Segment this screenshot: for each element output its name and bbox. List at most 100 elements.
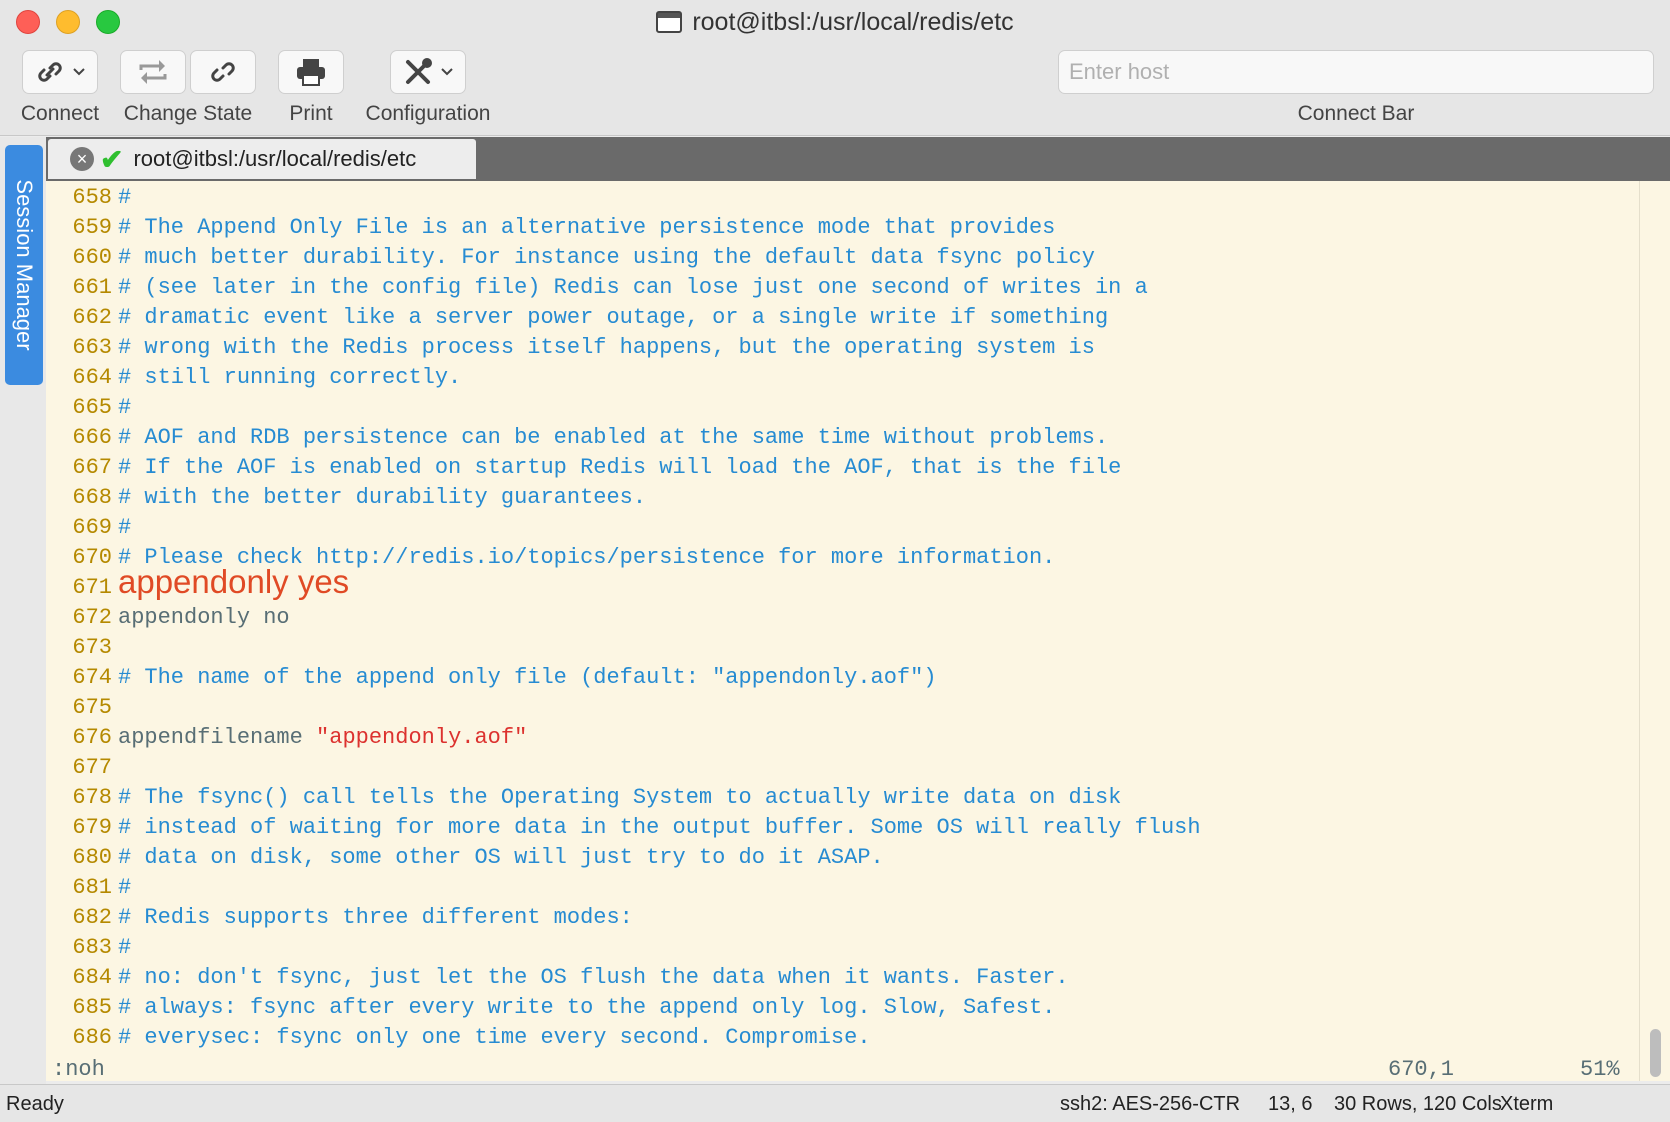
line-text: # instead of waiting for more data in th… — [118, 815, 1201, 840]
comment-text: # wrong with the Redis process itself ha… — [118, 333, 1095, 363]
refresh-icon — [139, 60, 167, 84]
scrollbar[interactable] — [1639, 181, 1670, 1081]
comment-text: # — [118, 873, 131, 903]
annotation-text: appendonly yes — [118, 565, 349, 598]
comment-text: # everysec: fsync only one time every se… — [118, 1023, 871, 1053]
terminal-view[interactable]: :noh 670,1 51% 658 #659 # The Append Only … — [46, 181, 1639, 1082]
line-text: # — [118, 875, 132, 900]
tab-bar: × ✔ root@itbsl:/usr/local/redis/etc — [46, 137, 1670, 181]
reconnect-button[interactable] — [120, 50, 186, 94]
line-number: 658 — [72, 185, 112, 210]
comment-text: # — [118, 393, 131, 423]
comment-text: # (see later in the config file) Redis c… — [118, 273, 1148, 303]
comment-text: # dramatic event like a server power out… — [118, 303, 1108, 333]
comment-text: # still running correctly. — [118, 363, 461, 393]
line-number: 684 — [72, 965, 112, 990]
toolbar: Connect Change State Print Configuration… — [0, 44, 1670, 136]
title-bar: root@itbsl:/usr/local/redis/etc — [0, 0, 1670, 44]
session-manager-label: Session Manager — [12, 179, 37, 351]
line-number: 660 — [72, 245, 112, 270]
connect-bar-label: Connect Bar — [1297, 102, 1415, 125]
connected-check-icon: ✔ — [100, 143, 124, 175]
command-line: :noh — [52, 1057, 105, 1082]
line-number: 674 — [72, 665, 112, 690]
line-number: 665 — [72, 395, 112, 420]
status-bar: Ready ssh2: AES-256-CTR 13, 6 30 Rows, 1… — [0, 1084, 1670, 1122]
status-size: 30 Rows, 120 Cols — [1334, 1093, 1502, 1115]
line-number: 659 — [72, 215, 112, 240]
line-text: # wrong with the Redis process itself ha… — [118, 335, 1095, 360]
line-text: # If the AOF is enabled on startup Redis… — [118, 455, 1122, 480]
comment-text: # always: fsync after every write to the… — [118, 993, 1055, 1023]
comment-text: # instead of waiting for more data in th… — [118, 813, 1201, 843]
line-text: appendfilename — [118, 725, 317, 750]
session-manager-tab[interactable]: Session Manager — [5, 145, 43, 385]
comment-text: # no: don't fsync, just let the OS flush… — [118, 963, 1069, 993]
line-number: 679 — [72, 815, 112, 840]
tools-icon — [406, 58, 432, 84]
comment-text: # — [118, 513, 131, 543]
comment-text: # much better durability. For instance u… — [118, 243, 1095, 273]
session-tab[interactable]: × ✔ root@itbsl:/usr/local/redis/etc — [48, 139, 476, 179]
line-number: 672 — [72, 605, 112, 630]
status-state: Ready — [6, 1093, 64, 1115]
terminal-icon — [656, 11, 683, 33]
line-number: 680 — [72, 845, 112, 870]
line-text: # — [118, 395, 132, 420]
line-text: # still running correctly. — [118, 365, 462, 390]
line-number: 681 — [72, 875, 112, 900]
code-text: appendfilename "appendonly.aof" — [118, 723, 527, 753]
connect-label: Connect — [20, 102, 100, 125]
line-number: 676 — [72, 725, 112, 750]
line-number: 662 — [72, 305, 112, 330]
comment-text: # with the better durability guarantees. — [118, 483, 646, 513]
line-number: 661 — [72, 275, 112, 300]
printer-icon — [297, 59, 325, 86]
sidebar: Session Manager — [0, 137, 46, 1084]
string-literal: "appendonly.aof" — [316, 725, 528, 750]
window-title: root@itbsl:/usr/local/redis/etc — [0, 8, 1670, 37]
code-text: appendonly no — [118, 603, 290, 633]
line-number: 664 — [72, 365, 112, 390]
line-text: # The fsync() call tells the Operating S… — [118, 785, 1122, 810]
line-text: # much better durability. For instance u… — [118, 245, 1095, 270]
status-cursor: 13, 6 — [1268, 1093, 1313, 1115]
line-number: 682 — [72, 905, 112, 930]
line-text: appendonly no — [118, 605, 290, 630]
line-text: # — [118, 935, 132, 960]
line-text: # no: don't fsync, just let the OS flush… — [118, 965, 1069, 990]
line-number: 663 — [72, 335, 112, 360]
line-number: 670 — [72, 545, 112, 570]
line-number: 677 — [72, 755, 112, 780]
line-text: # — [118, 185, 132, 210]
line-number: 666 — [72, 425, 112, 450]
change-state-label: Change State — [123, 102, 253, 125]
line-text: # everysec: fsync only one time every se… — [118, 1025, 871, 1050]
line-text: # — [118, 515, 132, 540]
line-number: 667 — [72, 455, 112, 480]
disconnect-button[interactable] — [190, 50, 256, 94]
line-number: 683 — [72, 935, 112, 960]
comment-text: # data on disk, some other OS will just … — [118, 843, 884, 873]
line-number: 671 — [72, 575, 112, 600]
close-tab-icon[interactable]: × — [70, 147, 94, 171]
line-number: 673 — [72, 635, 112, 660]
comment-text: # The Append Only File is an alternative… — [118, 213, 1055, 243]
broken-link-icon — [211, 62, 235, 82]
line-number: 668 — [72, 485, 112, 510]
comment-text: # The name of the append only file (defa… — [118, 663, 937, 693]
line-text: # (see later in the config file) Redis c… — [118, 275, 1148, 300]
scrollbar-thumb[interactable] — [1650, 1029, 1661, 1077]
status-cipher: ssh2: AES-256-CTR — [1060, 1093, 1241, 1115]
connect-button[interactable] — [22, 50, 98, 94]
link-icon — [38, 62, 62, 82]
comment-text: # — [118, 933, 131, 963]
line-text: # with the better durability guarantees. — [118, 485, 647, 510]
host-input[interactable] — [1058, 50, 1654, 94]
print-button[interactable] — [278, 50, 344, 94]
line-text: # The Append Only File is an alternative… — [118, 215, 1056, 240]
configuration-button[interactable] — [390, 50, 466, 94]
scroll-percent: 51% — [1580, 1057, 1620, 1082]
window-title-text: root@itbsl:/usr/local/redis/etc — [692, 8, 1014, 36]
status-emulation: Xterm — [1500, 1093, 1554, 1115]
